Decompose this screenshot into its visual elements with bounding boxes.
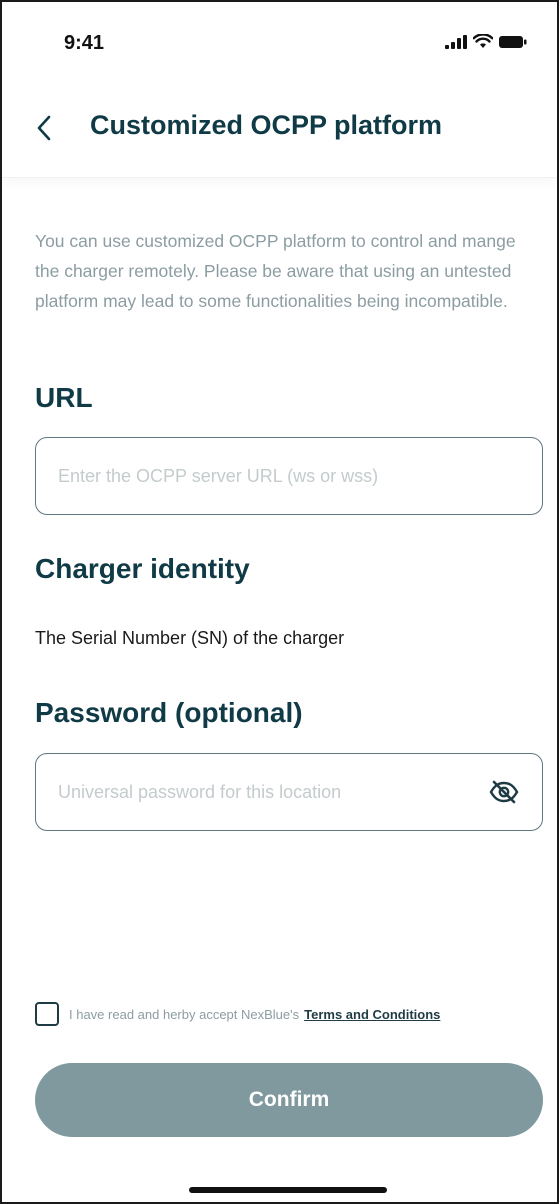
terms-link[interactable]: Terms and Conditions: [304, 1007, 440, 1022]
back-button[interactable]: [26, 108, 62, 148]
url-input[interactable]: [58, 465, 520, 487]
password-input[interactable]: [58, 781, 488, 803]
url-input-box[interactable]: [35, 437, 543, 515]
charger-identity-value: The Serial Number (SN) of the charger: [35, 628, 345, 648]
confirm-button[interactable]: Confirm: [35, 1063, 543, 1137]
battery-icon: [499, 35, 527, 48]
wifi-icon: [473, 34, 493, 48]
page-title: Customized OCPP platform: [90, 110, 443, 140]
terms-row: I have read and herby accept NexBlue's T…: [35, 1002, 440, 1026]
terms-text: I have read and herby accept NexBlue's: [69, 1006, 300, 1022]
eye-off-icon: [489, 780, 519, 804]
password-label: Password (optional): [35, 697, 303, 728]
status-bar: 9:41: [2, 2, 557, 82]
charger-identity-label: Charger identity: [35, 553, 250, 584]
phone-screen: 9:41 Customized OCPP platform You can us…: [0, 0, 559, 1204]
home-indicator: [189, 1187, 387, 1193]
description-text: You can use customized OCPP platform to …: [35, 231, 516, 311]
password-visibility-toggle[interactable]: [488, 776, 520, 808]
header: Customized OCPP platform: [2, 82, 557, 178]
url-label: URL: [35, 382, 93, 413]
status-time: 9:41: [64, 32, 105, 54]
status-icons: [445, 34, 527, 49]
terms-checkbox[interactable]: [35, 1002, 59, 1026]
password-input-box[interactable]: [35, 753, 543, 831]
chevron-left-icon: [37, 115, 51, 141]
cellular-signal-icon: [445, 34, 467, 49]
